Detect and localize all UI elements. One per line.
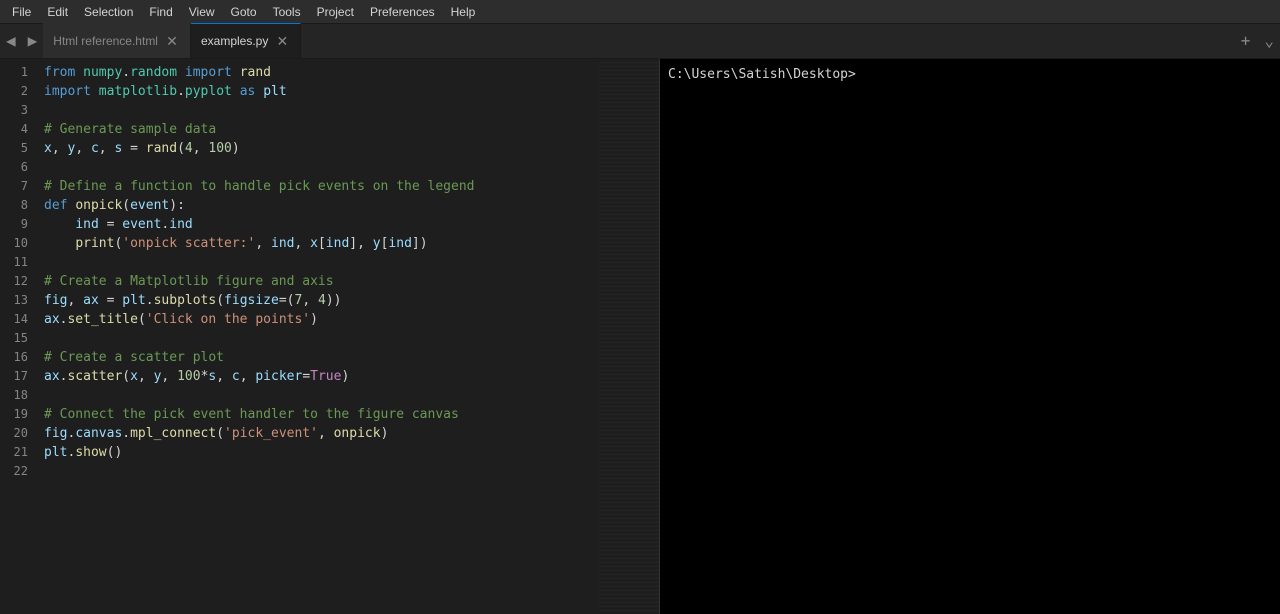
menu-selection[interactable]: Selection [76, 0, 141, 23]
tab-nav-back[interactable]: ◀ [0, 23, 22, 58]
ln-1: 1 [0, 63, 36, 82]
menu-help[interactable]: Help [443, 0, 484, 23]
menu-project[interactable]: Project [309, 0, 362, 23]
tab-add-button[interactable]: + [1233, 23, 1259, 58]
menu-view[interactable]: View [181, 0, 223, 23]
ln-6: 6 [0, 158, 36, 177]
tab-examples-py[interactable]: examples.py ✕ [191, 23, 301, 58]
menu-goto[interactable]: Goto [223, 0, 265, 23]
ln-18: 18 [0, 386, 36, 405]
minimap [599, 59, 659, 614]
menu-edit[interactable]: Edit [39, 0, 76, 23]
ln-14: 14 [0, 310, 36, 329]
ln-2: 2 [0, 82, 36, 101]
menu-find[interactable]: Find [141, 0, 180, 23]
tabbar: ◀ ▶ Html reference.html ✕ examples.py ✕ … [0, 24, 1280, 59]
ln-13: 13 [0, 291, 36, 310]
ln-11: 11 [0, 253, 36, 272]
ln-22: 22 [0, 462, 36, 481]
menu-tools[interactable]: Tools [265, 0, 309, 23]
ln-3: 3 [0, 101, 36, 120]
ln-20: 20 [0, 424, 36, 443]
ln-17: 17 [0, 367, 36, 386]
ln-12: 12 [0, 272, 36, 291]
ln-21: 21 [0, 443, 36, 462]
ln-8: 8 [0, 196, 36, 215]
tab-nav-extra[interactable]: ⌄ [1258, 23, 1280, 58]
ln-7: 7 [0, 177, 36, 196]
editor-pane: 1 2 3 4 5 6 7 8 9 10 11 12 13 14 15 16 1… [0, 59, 660, 614]
ln-19: 19 [0, 405, 36, 424]
main-content: 1 2 3 4 5 6 7 8 9 10 11 12 13 14 15 16 1… [0, 59, 1280, 614]
minimap-content [599, 59, 659, 614]
tab-label-py: examples.py [201, 34, 268, 48]
tab-nav-forward[interactable]: ▶ [22, 23, 44, 58]
ln-4: 4 [0, 120, 36, 139]
code-area[interactable]: 1 2 3 4 5 6 7 8 9 10 11 12 13 14 15 16 1… [0, 59, 659, 614]
tab-close-py[interactable]: ✕ [274, 33, 290, 49]
terminal-pane[interactable]: C:\Users\Satish\Desktop> [660, 59, 1280, 614]
line-numbers: 1 2 3 4 5 6 7 8 9 10 11 12 13 14 15 16 1… [0, 59, 36, 614]
menu-file[interactable]: File [4, 0, 39, 23]
tab-html-reference[interactable]: Html reference.html ✕ [43, 23, 191, 58]
menubar: File Edit Selection Find View Goto Tools… [0, 0, 1280, 24]
ln-5: 5 [0, 139, 36, 158]
terminal-path: C:\Users\Satish\Desktop> [668, 67, 1272, 82]
ln-10: 10 [0, 234, 36, 253]
tab-close-html[interactable]: ✕ [164, 33, 180, 49]
ln-15: 15 [0, 329, 36, 348]
code-content[interactable]: from numpy.random import rand import mat… [36, 59, 659, 614]
menu-preferences[interactable]: Preferences [362, 0, 443, 23]
tab-label-html: Html reference.html [53, 34, 158, 48]
ln-9: 9 [0, 215, 36, 234]
ln-16: 16 [0, 348, 36, 367]
